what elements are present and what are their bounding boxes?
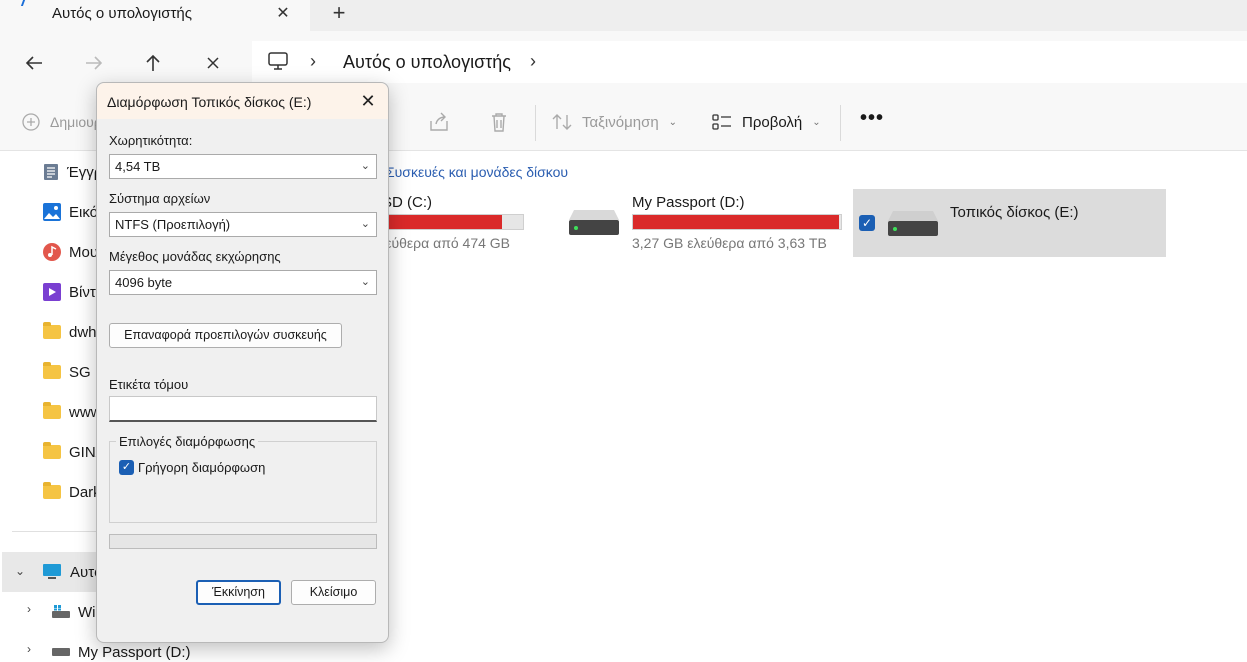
documents-icon bbox=[44, 164, 58, 180]
tab-title: Αυτός ο υπολογιστής bbox=[52, 5, 192, 22]
sidebar-item-label: My Passport (D:) bbox=[78, 643, 191, 661]
breadcrumb-this-pc[interactable]: Αυτός ο υπολογιστής bbox=[343, 52, 511, 73]
allocation-size-label: Μέγεθος μονάδας εκχώρησης bbox=[109, 249, 281, 264]
drive-name: My Passport (D:) bbox=[632, 194, 745, 211]
tab-this-pc[interactable]: Αυτός ο υπολογιστής ✕ bbox=[0, 0, 310, 31]
format-options-group: Επιλογές διαμόρφωσης ✓ Γρήγορη διαμόρφωσ… bbox=[109, 434, 377, 523]
plus-circle-icon bbox=[22, 113, 40, 131]
view-button[interactable]: Προβολή ⌄ bbox=[712, 113, 821, 131]
allocation-size-value: 4096 byte bbox=[115, 275, 173, 290]
toolbar-divider bbox=[535, 105, 536, 141]
up-arrow-icon bbox=[146, 54, 160, 71]
breadcrumb-separator[interactable]: › bbox=[310, 51, 316, 72]
capacity-label: Χωρητικότητα: bbox=[109, 133, 193, 148]
more-options-icon[interactable]: ••• bbox=[860, 107, 884, 130]
drive-free-space: ελεύθερα από 474 GB bbox=[372, 235, 511, 251]
chevron-down-icon[interactable]: ⌄ bbox=[15, 564, 25, 578]
explorer-tab-icon bbox=[20, 0, 30, 6]
checkmark-icon[interactable]: ✓ bbox=[859, 215, 875, 231]
folder-icon bbox=[43, 362, 61, 379]
delete-icon[interactable] bbox=[488, 111, 510, 133]
forward-arrow-icon bbox=[86, 56, 103, 70]
format-options-label: Επιλογές διαμόρφωσης bbox=[116, 434, 259, 449]
chevron-down-icon: ⌄ bbox=[360, 218, 370, 230]
videos-icon bbox=[43, 283, 61, 301]
view-label: Προβολή bbox=[742, 113, 803, 131]
drive-name: Τοπικός δίσκος (E:) bbox=[950, 204, 1079, 221]
chevron-right-icon[interactable]: › bbox=[27, 642, 31, 656]
music-icon bbox=[43, 243, 61, 261]
drive-usage-fill bbox=[373, 215, 502, 229]
sidebar-item-folder[interactable]: dwh bbox=[43, 321, 97, 343]
drive-usage-fill bbox=[633, 215, 839, 229]
drive-icon bbox=[52, 648, 70, 656]
volume-label-input[interactable] bbox=[109, 396, 377, 422]
sort-icon bbox=[552, 114, 572, 130]
address-bar[interactable]: › Αυτός ο υπολογιστής › bbox=[252, 41, 1247, 83]
chevron-down-icon: ⌄ bbox=[812, 116, 821, 128]
volume-label-caption: Ετικέτα τόμου bbox=[109, 377, 189, 392]
windows-drive-icon bbox=[52, 605, 70, 618]
close-icon bbox=[207, 57, 219, 69]
drive-free-space: 3,27 GB ελεύθερα από 3,63 TB bbox=[632, 235, 827, 251]
filesystem-label: Σύστημα αρχείων bbox=[109, 191, 211, 206]
drive-usage-bar bbox=[632, 214, 842, 230]
sidebar-item-label: SG bbox=[69, 363, 91, 381]
up-button[interactable] bbox=[138, 48, 168, 78]
breadcrumb-chevron[interactable]: › bbox=[530, 51, 536, 72]
folder-icon bbox=[43, 322, 61, 339]
dialog-title-bar: Διαμόρφωση Τοπικός δίσκος (E:) ✕ bbox=[97, 83, 388, 119]
allocation-size-select[interactable]: 4096 byte ⌄ bbox=[109, 270, 377, 295]
folder-icon bbox=[43, 442, 61, 459]
forward-button[interactable] bbox=[79, 48, 109, 78]
sidebar-item-folder[interactable]: www bbox=[43, 401, 102, 423]
close-button[interactable]: Κλείσιμο bbox=[291, 580, 376, 605]
hard-drive-icon bbox=[569, 210, 619, 235]
title-bar: Αυτός ο υπολογιστής ✕ + bbox=[0, 0, 1247, 31]
quick-format-label[interactable]: Γρήγορη διαμόρφωση bbox=[138, 460, 265, 475]
computer-icon bbox=[268, 52, 288, 70]
start-button[interactable]: Έκκίνηση bbox=[196, 580, 281, 605]
share-icon[interactable] bbox=[428, 111, 450, 133]
filesystem-select[interactable]: NTFS (Προεπιλογή) ⌄ bbox=[109, 212, 377, 237]
quick-format-checkbox[interactable]: ✓ bbox=[119, 460, 134, 475]
tab-close-icon[interactable]: ✕ bbox=[270, 3, 296, 25]
toolbar-divider bbox=[840, 105, 841, 141]
drive-usage-bar bbox=[372, 214, 524, 230]
section-devices-and-drives[interactable]: Συσκευές και μονάδες δίσκου bbox=[386, 164, 568, 180]
sidebar-item-folder[interactable]: Dark bbox=[43, 481, 101, 503]
folder-icon bbox=[43, 482, 61, 499]
folder-icon bbox=[43, 402, 61, 419]
view-icon bbox=[712, 114, 731, 130]
sidebar-item-label: dwh bbox=[69, 323, 97, 341]
drive-tile-e[interactable]: ✓ Τοπικός δίσκος (E:) bbox=[853, 189, 1166, 257]
sidebar-item-my-passport[interactable]: My Passport (D:) bbox=[52, 641, 191, 662]
format-dialog: Διαμόρφωση Τοπικός δίσκος (E:) ✕ Χωρητικ… bbox=[96, 82, 389, 643]
back-button[interactable] bbox=[19, 48, 49, 78]
format-progress-bar bbox=[109, 534, 377, 549]
new-tab-button[interactable]: + bbox=[326, 2, 352, 26]
chevron-down-icon: ⌄ bbox=[360, 276, 370, 288]
dialog-title: Διαμόρφωση Τοπικός δίσκος (E:) bbox=[107, 94, 312, 110]
sort-button[interactable]: Ταξινόμηση ⌄ bbox=[552, 113, 677, 131]
restore-defaults-button[interactable]: Επαναφορά προεπιλογών συσκευής bbox=[109, 323, 342, 348]
computer-icon bbox=[43, 564, 61, 579]
filesystem-value: NTFS (Προεπιλογή) bbox=[115, 217, 231, 232]
sort-label: Ταξινόμηση bbox=[582, 113, 659, 131]
close-icon[interactable]: ✕ bbox=[355, 89, 381, 113]
pictures-icon bbox=[43, 203, 61, 221]
capacity-select[interactable]: 4,54 TB ⌄ bbox=[109, 154, 377, 179]
chevron-down-icon: ⌄ bbox=[668, 116, 678, 128]
capacity-value: 4,54 TB bbox=[115, 159, 161, 174]
sidebar-item-folder[interactable]: SG bbox=[43, 361, 91, 383]
stop-button[interactable] bbox=[198, 48, 228, 78]
chevron-down-icon: ⌄ bbox=[360, 160, 370, 172]
back-arrow-icon bbox=[25, 56, 42, 70]
chevron-right-icon[interactable]: › bbox=[27, 602, 31, 616]
hard-drive-icon bbox=[888, 211, 938, 236]
